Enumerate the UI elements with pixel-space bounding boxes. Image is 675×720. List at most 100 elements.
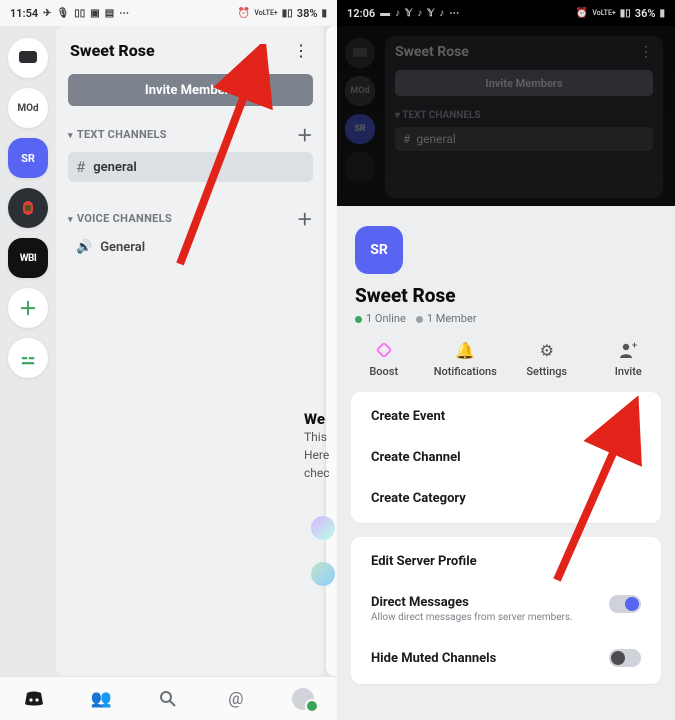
channel-general: #general [395,127,653,151]
bottom-nav: 👥 @ [0,676,337,720]
create-category-row[interactable]: Create Category [371,478,641,519]
settings-label: Settings [526,365,567,378]
alarm-icon: ⏰ [576,8,588,19]
twitter-icon: ♪ [417,8,422,19]
create-channel-label: Create Channel [371,450,461,465]
server-menu-button[interactable]: ⋮ [289,38,313,62]
invite-label: Invite [615,365,642,378]
more-icon: ⋯ [449,8,459,19]
voice-general-label: General [100,240,145,255]
peek-avatars [311,516,337,590]
dimmed-background: MOd SR Sweet Rose ⋮ Invite Members ▾ TEX… [337,26,675,206]
dm-toggle[interactable] [609,595,641,613]
invite-members-button[interactable]: Invite Members [68,74,313,106]
member-dot-icon [416,316,423,323]
boost-icon [373,339,395,361]
direct-messages-row[interactable]: Direct Messages Allow direct messages fr… [371,582,641,636]
statusbar-left: 11:54 ✈ 🎙 ▯▯ ▣ ▤ ⋯ ⏰ VoLTE+ ▮▯ 38% ▮ [0,0,337,26]
dm-pill [345,38,375,68]
voice-channels-label: VOICE CHANNELS [77,212,172,225]
text-channels-label: TEXT CHANNELS [402,110,480,121]
image-icon: ▤ [105,8,114,19]
server-stats: 1 Online 1 Member [355,312,675,325]
voice-channels-header[interactable]: ▾VOICE CHANNELS ＋ [68,206,313,230]
chevron-down-icon: ▾ [68,131,73,141]
text-channels-header[interactable]: ▾TEXT CHANNELS ＋ [68,122,313,146]
alarm-icon: ⏰ [238,8,250,19]
voice-general[interactable]: 🔊 General [68,230,313,260]
server-dark [345,152,375,182]
hide-muted-toggle[interactable] [609,649,641,667]
battery-text: 38% [297,7,318,20]
channel-general-label: general [416,132,455,146]
svg-text:+: + [632,342,637,351]
profile-icon[interactable] [290,686,316,712]
server-title: Sweet Rose [70,41,155,60]
add-server[interactable]: ＋ [8,288,48,328]
statusbar-right: 12:06 ▬ ♪ 𝕐 ♪ 𝕐 ♪ ⋯ ⏰ VoLTE+ ▮▯ 36% ▮ [337,0,675,26]
hide-muted-row[interactable]: Hide Muted Channels [371,636,641,680]
boost-button[interactable]: Boost [348,339,420,378]
server-menu-button: ⋮ [639,44,653,60]
discord-icon[interactable] [21,686,47,712]
chevron-down-icon: ▾ [395,110,402,121]
dm-sublabel: Allow direct messages from server member… [371,612,573,623]
bell-icon: 🔔 [454,339,476,361]
hash-icon: # [76,158,85,176]
peek-text: We This Here chec [304,410,339,482]
net-label: VoLTE+ [254,10,277,17]
create-event-row[interactable]: Create Event [371,396,641,437]
hub-icon: ⚍ [21,349,35,368]
channel-panel: Sweet Rose ⋮ Invite Members ▾TEXT CHANNE… [56,26,325,676]
server-avatar: SR [355,226,403,274]
action-row: Boost 🔔 Notifications ⚙ Settings + Invit… [343,339,669,378]
boost-label: Boost [369,365,398,378]
notifications-label: Notifications [434,365,497,378]
add-voice-channel[interactable]: ＋ [297,206,313,230]
friends-icon[interactable]: 👥 [88,686,114,712]
settings-button[interactable]: ⚙ Settings [511,339,583,378]
battery-icon: ▮ [659,8,665,19]
invite-person-icon: + [617,339,639,361]
clock-text: 11:54 [10,7,38,20]
server-sr[interactable]: SR [8,138,48,178]
twitter-icon: ♪ [439,8,444,19]
edit-server-profile-row[interactable]: Edit Server Profile [371,541,641,582]
add-text-channel[interactable]: ＋ [297,122,313,146]
dm-pill[interactable] [8,38,48,78]
server-mod[interactable]: MOd [8,88,48,128]
dm-label: Direct Messages [371,595,469,610]
create-card: Create Event Create Channel Create Categ… [351,392,661,523]
status-icon: ▬ [380,8,390,19]
signal-icon: ▮▯ [282,8,293,19]
twitter-icon: ♪ [395,8,400,19]
more-icon: ⋯ [119,8,129,19]
edit-profile-label: Edit Server Profile [371,554,477,569]
server-name: Sweet Rose [355,284,675,307]
invite-button[interactable]: + Invite [592,339,664,378]
net-label: VoLTE+ [592,10,615,17]
gear-icon: ⚙ [536,339,558,361]
mentions-icon[interactable]: @ [223,686,249,712]
create-category-label: Create Category [371,491,466,506]
search-icon[interactable] [155,686,181,712]
explore-servers[interactable]: ⚍ [8,338,48,378]
notifications-button[interactable]: 🔔 Notifications [429,339,501,378]
mic-icon: 🎙 [57,8,70,19]
battery-text: 36% [635,7,656,20]
twitter-icon: 𝕐 [427,8,434,19]
server-sr: SR [345,114,375,144]
server-title: Sweet Rose [395,44,653,60]
clock-text: 12:06 [347,7,375,20]
channel-general[interactable]: # general [68,152,313,182]
battery-icon: ▮ [321,8,327,19]
speaker-icon: 🔊 [76,240,92,255]
server-wbi[interactable]: WBI [8,238,48,278]
server-dark[interactable] [8,188,48,228]
create-event-label: Create Event [371,409,445,424]
invite-members-button: Invite Members [395,70,653,96]
download-icon: ▣ [90,8,99,19]
create-channel-row[interactable]: Create Channel [371,437,641,478]
online-count: 1 Online [366,312,406,325]
online-dot-icon [355,316,362,323]
